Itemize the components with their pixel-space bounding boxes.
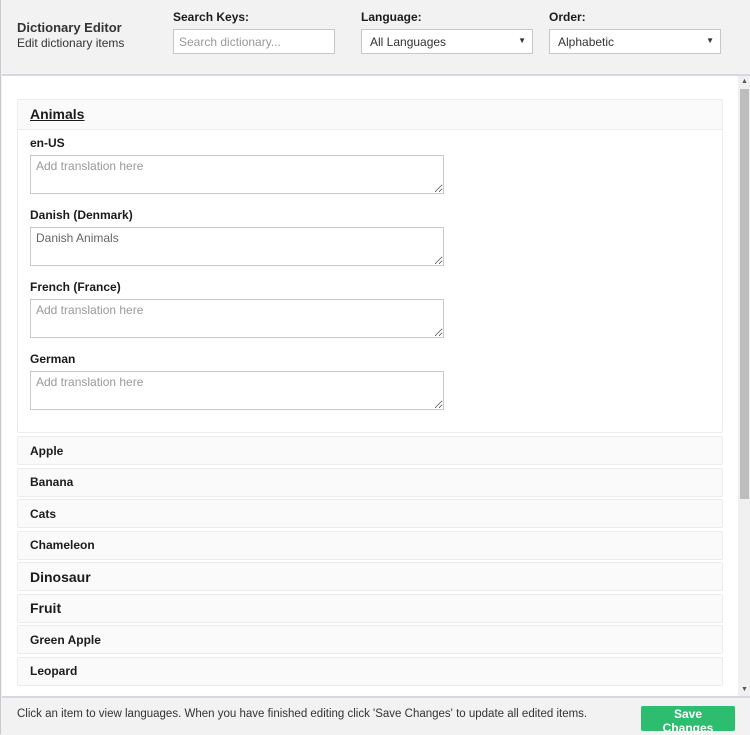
- dictionary-item-label: Apple: [30, 443, 64, 458]
- language-label: Danish (Denmark): [30, 208, 133, 222]
- language-label: German: [30, 352, 76, 366]
- translation-input-french[interactable]: [30, 299, 444, 338]
- dictionary-item-label: Leopard: [30, 664, 78, 678]
- dictionary-item[interactable]: Green Apple: [17, 625, 723, 654]
- dictionary-item-label: Cats: [30, 506, 57, 521]
- dictionary-list-panel: Animals en-US Danish (Denmark) Danish An…: [2, 76, 738, 696]
- search-input[interactable]: [173, 29, 335, 54]
- header: Dictionary Editor Edit dictionary items …: [2, 0, 750, 76]
- dictionary-item-label: Chameleon: [30, 538, 95, 552]
- app-frame: Dictionary Editor Edit dictionary items …: [0, 0, 750, 735]
- order-label: Order:: [549, 10, 586, 24]
- vertical-scrollbar[interactable]: ▲ ▼: [738, 76, 750, 696]
- dictionary-item[interactable]: Dinosaur: [17, 562, 723, 591]
- dictionary-list: Animals en-US Danish (Denmark) Danish An…: [17, 99, 723, 688]
- language-group: Language: All Languages ▼: [361, 10, 533, 54]
- title-block: Dictionary Editor Edit dictionary items: [17, 20, 124, 51]
- chevron-down-icon: ▼: [518, 36, 526, 45]
- dictionary-item-label: Banana: [30, 475, 74, 489]
- dictionary-item[interactable]: Apple: [17, 436, 723, 465]
- search-label: Search Keys:: [173, 10, 250, 24]
- dictionary-item-label: Green Apple: [30, 632, 101, 647]
- dictionary-item[interactable]: Leopard: [17, 656, 723, 686]
- translation-input-german[interactable]: [30, 371, 444, 410]
- translation-input-danish[interactable]: Danish Animals: [30, 227, 444, 266]
- dictionary-item-label: Dinosaur: [30, 568, 91, 585]
- language-label: French (France): [30, 280, 121, 294]
- language-label: en-US: [30, 136, 65, 150]
- dictionary-item-label: Fruit: [30, 600, 62, 616]
- scroll-down-icon[interactable]: ▼: [738, 684, 750, 696]
- dictionary-item[interactable]: Fruit: [17, 593, 723, 623]
- dictionary-item[interactable]: Cats: [17, 499, 723, 528]
- app-title: Dictionary Editor: [17, 20, 122, 35]
- save-changes-button[interactable]: Save Changes: [641, 706, 735, 735]
- search-group: Search Keys:: [173, 10, 335, 54]
- footer: Click an item to view languages. When yo…: [2, 696, 750, 735]
- language-select[interactable]: All Languages ▼: [361, 29, 533, 54]
- order-select[interactable]: Alphabetic ▼: [549, 29, 721, 54]
- translation-input-en-us[interactable]: [30, 155, 444, 194]
- language-field: German: [30, 352, 710, 410]
- language-fields: en-US Danish (Denmark) Danish Animals Fr…: [18, 130, 722, 432]
- footer-help-text: Click an item to view languages. When yo…: [17, 708, 588, 720]
- dictionary-item[interactable]: Banana: [17, 467, 723, 497]
- app-subtitle: Edit dictionary items: [17, 36, 125, 50]
- language-field: French (France): [30, 280, 710, 338]
- dictionary-item-header[interactable]: Animals: [18, 100, 722, 130]
- language-field: en-US: [30, 136, 710, 194]
- chevron-down-icon: ▼: [706, 36, 714, 45]
- language-label: Language:: [361, 10, 422, 24]
- dictionary-item-expanded: Animals en-US Danish (Denmark) Danish An…: [17, 99, 723, 433]
- order-select-value: Alphabetic: [558, 35, 615, 49]
- dictionary-item[interactable]: Chameleon: [17, 530, 723, 560]
- scroll-up-icon[interactable]: ▲: [738, 76, 750, 88]
- language-select-value: All Languages: [370, 35, 447, 49]
- scrollbar-thumb[interactable]: [740, 89, 749, 499]
- order-group: Order: Alphabetic ▼: [549, 10, 721, 54]
- language-field: Danish (Denmark) Danish Animals: [30, 208, 710, 266]
- dictionary-item-title[interactable]: Animals: [30, 106, 84, 122]
